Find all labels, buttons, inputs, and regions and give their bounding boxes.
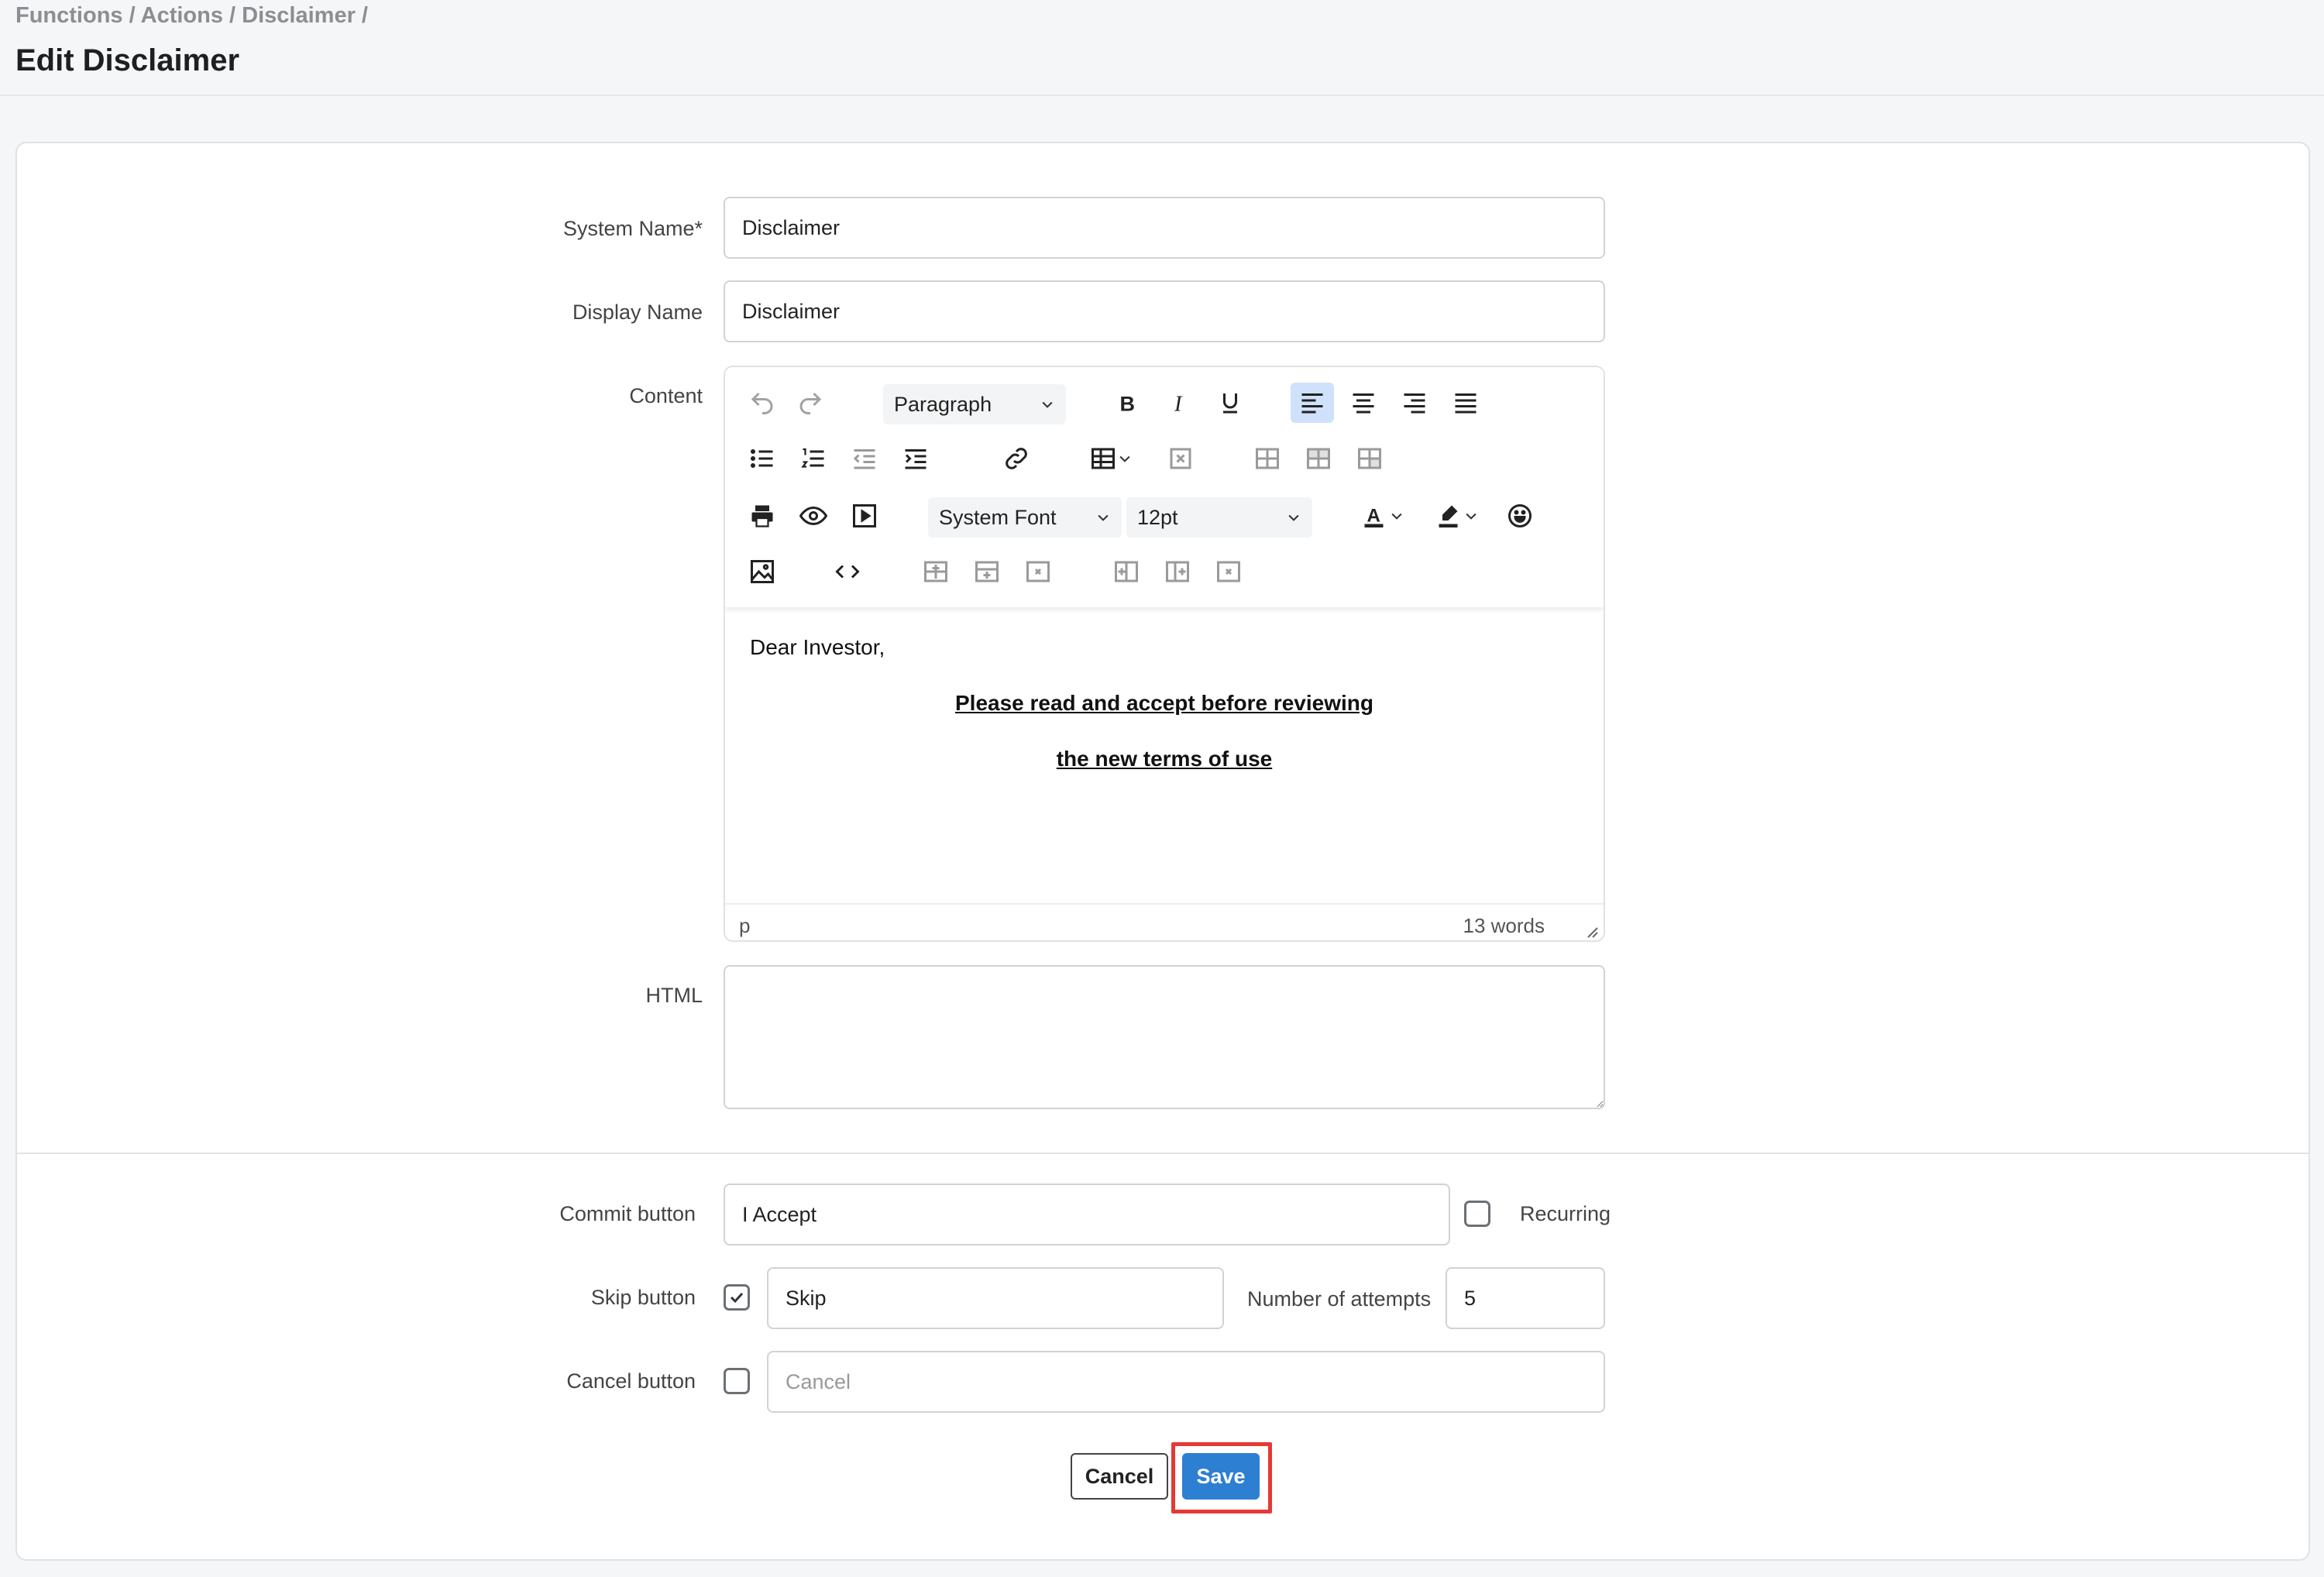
bullet-list-icon[interactable] [741, 438, 784, 479]
cancel-button-label: Cancel button [566, 1369, 696, 1393]
svg-text:I: I [1174, 393, 1183, 417]
commit-button-label: Commit button [559, 1202, 696, 1225]
editor-statusbar: p 13 words [725, 903, 1604, 940]
chevron-down-icon [1098, 514, 1109, 521]
table-menu-icon[interactable] [1080, 438, 1142, 479]
element-path[interactable]: p [739, 914, 750, 938]
table-row-icon[interactable] [1297, 438, 1340, 479]
block-format-select[interactable]: Paragraph [883, 384, 1066, 424]
rich-text-editor[interactable]: Paragraph B I System Font 12pt A Dear In… [724, 366, 1605, 942]
underline-icon[interactable] [1208, 383, 1252, 423]
cancel-button-checkbox[interactable] [724, 1368, 750, 1394]
editor-content-area[interactable]: Dear Investor, Please read and accept be… [725, 607, 1604, 917]
bold-icon[interactable]: B [1106, 383, 1150, 423]
media-icon[interactable] [843, 496, 886, 536]
align-center-icon[interactable] [1342, 383, 1385, 423]
page-title: Edit Disclaimer [15, 43, 240, 77]
skip-button-checkbox[interactable] [724, 1284, 750, 1311]
section-divider [15, 1153, 2310, 1154]
recurring-checkbox[interactable] [1464, 1201, 1490, 1227]
highlight-color-icon[interactable] [1422, 496, 1492, 536]
attempts-input[interactable] [1446, 1267, 1605, 1329]
editor-toolbar: Paragraph B I System Font 12pt A [725, 367, 1604, 607]
print-icon[interactable] [741, 496, 784, 536]
commit-button-input[interactable] [724, 1184, 1450, 1245]
font-family-select[interactable]: System Font [928, 497, 1122, 538]
font-size-value: 12pt [1137, 505, 1178, 529]
table-props-icon[interactable] [1246, 438, 1289, 479]
attempts-label: Number of attempts [1247, 1287, 1432, 1311]
block-format-value: Paragraph [894, 392, 992, 416]
svg-text:B: B [1120, 393, 1136, 416]
numbered-list-icon[interactable] [792, 438, 835, 479]
page-header: Functions / Actions / Disclaimer / Edit … [0, 0, 2324, 96]
resize-handle-icon[interactable] [1583, 923, 1599, 939]
image-icon[interactable] [741, 551, 784, 592]
outdent-icon[interactable] [843, 438, 886, 479]
text-color-icon[interactable]: A [1348, 496, 1418, 536]
delete-row-icon[interactable] [1016, 551, 1060, 592]
html-textarea[interactable] [724, 965, 1605, 1109]
word-count[interactable]: 13 words [1463, 914, 1545, 938]
delete-column-icon[interactable] [1207, 551, 1250, 592]
font-family-value: System Font [939, 505, 1057, 529]
insert-row-before-icon[interactable] [914, 551, 957, 592]
save-highlight-box [1171, 1442, 1272, 1513]
svg-text:A: A [1367, 506, 1380, 527]
table-cell-icon[interactable] [1348, 438, 1391, 479]
redo-icon[interactable] [789, 383, 832, 423]
insert-column-after-icon[interactable] [1156, 551, 1199, 592]
skip-button-input[interactable] [767, 1267, 1224, 1329]
delete-table-icon[interactable] [1159, 438, 1202, 479]
align-right-icon[interactable] [1393, 383, 1436, 423]
indent-icon[interactable] [894, 438, 937, 479]
chevron-down-icon [1042, 401, 1053, 408]
display-name-label: Display Name [572, 301, 703, 324]
cancel-button[interactable]: Cancel [1071, 1453, 1168, 1500]
html-label: HTML [645, 984, 703, 1007]
content-label: Content [629, 384, 703, 407]
system-name-input[interactable] [724, 197, 1605, 259]
system-name-label: System Name* [562, 217, 703, 240]
recurring-label: Recurring [1520, 1202, 1611, 1225]
align-justify-icon[interactable] [1444, 383, 1487, 423]
link-icon[interactable] [995, 438, 1038, 479]
insert-row-after-icon[interactable] [965, 551, 1009, 592]
chevron-down-icon [1288, 514, 1299, 521]
content-greeting: Dear Investor, [750, 635, 885, 659]
skip-button-label: Skip button [590, 1286, 696, 1309]
emoji-icon[interactable] [1498, 496, 1542, 536]
checkmark-icon [730, 1292, 744, 1304]
breadcrumb[interactable]: Functions / Actions / Disclaimer / [15, 3, 368, 29]
source-code-icon[interactable] [826, 551, 869, 592]
undo-icon[interactable] [741, 383, 784, 423]
cancel-button-input[interactable] [767, 1351, 1605, 1413]
italic-icon[interactable]: I [1157, 383, 1201, 423]
align-left-icon[interactable] [1291, 383, 1334, 423]
display-name-input[interactable] [724, 280, 1605, 342]
content-heading-line2: the new terms of use [1056, 747, 1273, 771]
insert-column-before-icon[interactable] [1105, 551, 1148, 592]
preview-eye-icon[interactable] [792, 496, 835, 536]
content-heading-line1: Please read and accept before reviewing [954, 691, 1373, 715]
font-size-select[interactable]: 12pt [1126, 497, 1312, 538]
